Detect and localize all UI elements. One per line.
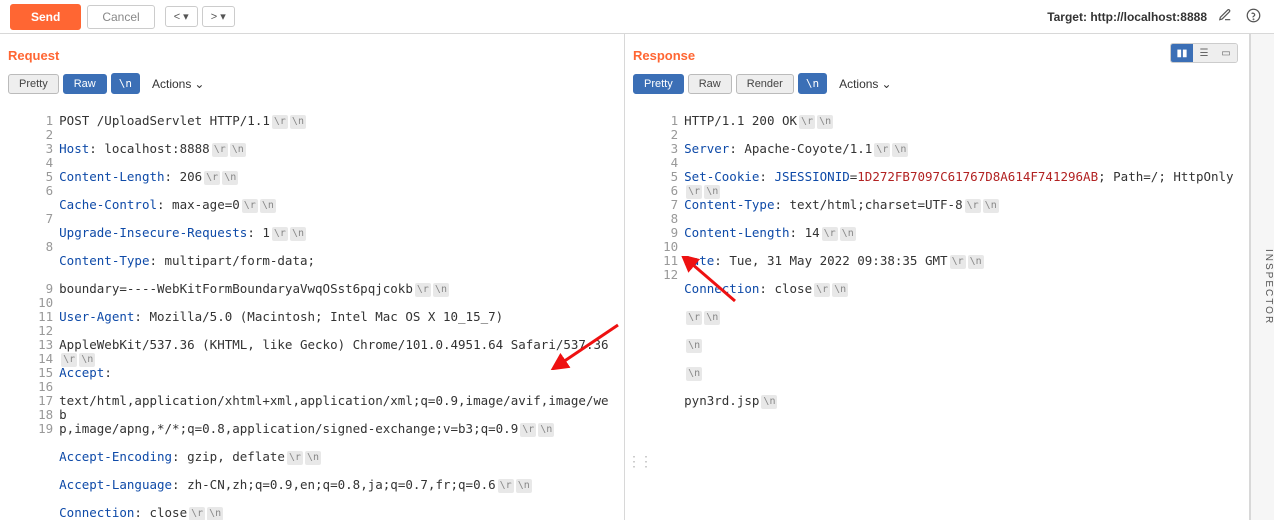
inspector-sidebar[interactable]: INSPECTOR (1250, 34, 1274, 520)
response-title: Response (633, 44, 1241, 73)
response-panel: Response Pretty Raw Render \n Actions ⌄ … (625, 34, 1250, 520)
target-value: http://localhost:8888 (1090, 10, 1207, 24)
response-tab-render[interactable]: Render (736, 74, 794, 94)
request-tabbar: Pretty Raw \n Actions ⌄ (8, 73, 616, 94)
response-tab-raw[interactable]: Raw (688, 74, 732, 94)
request-actions-menu[interactable]: Actions ⌄ (144, 74, 212, 94)
layout-columns-icon[interactable]: ▮▮ (1171, 44, 1193, 62)
chevron-down-icon: ⌄ (194, 77, 204, 91)
response-tab-nl[interactable]: \n (798, 73, 827, 94)
edit-target-icon[interactable] (1215, 5, 1235, 28)
send-button[interactable]: Send (10, 4, 81, 30)
request-gutter: 123456 7 8 910111213141516171819 (8, 100, 59, 520)
response-code: HTTP/1.1 200 OK\r\n Server: Apache-Coyot… (684, 100, 1241, 520)
chevron-down-icon: ⌄ (881, 77, 891, 91)
request-panel: Request Pretty Raw \n Actions ⌄ 123456 7… (0, 34, 625, 520)
request-title: Request (8, 44, 616, 73)
history-nav: < ▾ > ▾ (165, 6, 235, 27)
layout-combined-icon[interactable]: ▭ (1215, 44, 1237, 62)
request-editor[interactable]: 123456 7 8 910111213141516171819 POST /U… (8, 100, 616, 520)
request-tab-nl[interactable]: \n (111, 73, 140, 94)
response-actions-menu[interactable]: Actions ⌄ (831, 74, 899, 94)
target-display: Target: http://localhost:8888 (1047, 5, 1264, 29)
top-toolbar: Send Cancel < ▾ > ▾ Target: http://local… (0, 0, 1274, 34)
history-forward-button[interactable]: > ▾ (202, 6, 235, 27)
request-tab-pretty[interactable]: Pretty (8, 74, 59, 94)
response-tab-pretty[interactable]: Pretty (633, 74, 684, 94)
target-label: Target: (1047, 10, 1090, 24)
panel-resize-handle[interactable]: ⋮⋮ (627, 453, 651, 470)
history-back-button[interactable]: < ▾ (165, 6, 198, 27)
response-viewer[interactable]: 123456789101112 HTTP/1.1 200 OK\r\n Serv… (633, 100, 1241, 520)
cancel-button[interactable]: Cancel (87, 5, 154, 29)
request-code[interactable]: POST /UploadServlet HTTP/1.1\r\n Host: l… (59, 100, 616, 520)
help-icon[interactable] (1243, 5, 1264, 29)
layout-rows-icon[interactable]: ☰ (1193, 44, 1215, 62)
layout-toggle: ▮▮ ☰ ▭ (1170, 43, 1238, 63)
main-content: Request Pretty Raw \n Actions ⌄ 123456 7… (0, 34, 1274, 520)
response-tabbar: Pretty Raw Render \n Actions ⌄ (633, 73, 1241, 94)
request-tab-raw[interactable]: Raw (63, 74, 107, 94)
